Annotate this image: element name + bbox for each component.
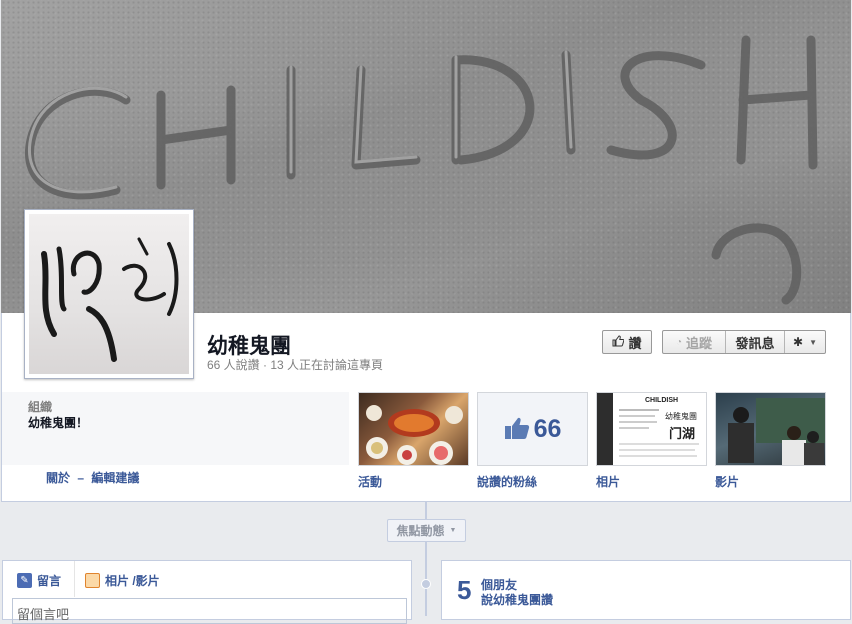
app-fans-label[interactable]: 說讚的粉絲: [477, 473, 537, 490]
fan-count: 66: [533, 414, 562, 443]
about-link[interactable]: 關於: [46, 471, 70, 485]
app-videos-thumbnail[interactable]: [715, 392, 826, 466]
page-stats: 66 人說讚 · 13 人正在討論這專頁: [207, 358, 384, 372]
thumbs-up-icon: [504, 416, 530, 443]
link-separator: –: [77, 471, 85, 485]
follow-label: 追蹤: [686, 335, 713, 351]
timeline-dot: [421, 579, 431, 589]
thumbs-up-icon: [612, 334, 625, 350]
friends-box: 5 個朋友 說幼稚鬼團讚: [441, 560, 851, 620]
app-events-thumbnail[interactable]: [358, 392, 469, 466]
suggest-edit-link[interactable]: 編輯建議: [91, 471, 139, 485]
tab-post[interactable]: ✎ 留言: [17, 572, 61, 589]
calligraphy-logo: [41, 237, 179, 362]
app-photos-label[interactable]: 相片: [596, 473, 620, 490]
profile-picture[interactable]: [24, 209, 194, 379]
friends-line2[interactable]: 說幼稚鬼團讚: [481, 591, 553, 608]
post-input[interactable]: 留個言吧: [12, 598, 407, 624]
chevron-down-icon: ▼: [449, 527, 457, 534]
tab-post-label: 留言: [37, 574, 62, 588]
gear-icon: ✱: [793, 335, 804, 349]
friends-count[interactable]: 5: [457, 575, 471, 606]
tab-photo-video[interactable]: 相片 /影片: [85, 572, 160, 589]
food-photo: [366, 405, 463, 465]
photo-icon: [85, 573, 100, 588]
highlights-label: 焦點動態: [396, 524, 445, 538]
pencil-icon: ✎: [17, 573, 32, 588]
settings-dropdown[interactable]: ✱ ▼: [785, 331, 825, 353]
follow-button[interactable]: ◔ 追蹤: [663, 331, 726, 353]
app-videos-label[interactable]: 影片: [715, 473, 739, 490]
message-label: 發訊息: [735, 335, 775, 351]
page-description: 幼稚鬼團！: [28, 416, 89, 430]
photo-thumb-text: 幼稚鬼團: [665, 412, 697, 421]
app-events-label[interactable]: 活動: [358, 473, 382, 490]
like-label: 讚: [628, 335, 642, 351]
tab-photo-label: 相片 /影片: [105, 574, 160, 588]
message-button[interactable]: 發訊息: [726, 331, 785, 353]
app-fans-thumbnail[interactable]: 66: [477, 392, 588, 466]
chevron-down-icon: ▼: [809, 337, 817, 347]
about-links: 關於 – 編輯建議: [46, 469, 139, 486]
like-button[interactable]: 讚: [602, 330, 652, 354]
about-box: 組織 幼稚鬼團！: [2, 392, 349, 465]
video-still: [728, 398, 825, 465]
highlights-dropdown[interactable]: 焦點動態 ▼: [387, 519, 466, 542]
page-category: 組織: [28, 400, 53, 414]
app-photos-thumbnail[interactable]: CHILDISH 幼稚鬼團 门湖: [596, 392, 707, 466]
photo-thumb-title: CHILDISH: [645, 397, 679, 404]
post-composer: ✎ 留言 相片 /影片 留個言吧: [2, 560, 412, 624]
page-action-group: ◔ 追蹤 發訊息 ✱ ▼: [662, 330, 826, 354]
rss-icon: ◔: [675, 336, 683, 348]
